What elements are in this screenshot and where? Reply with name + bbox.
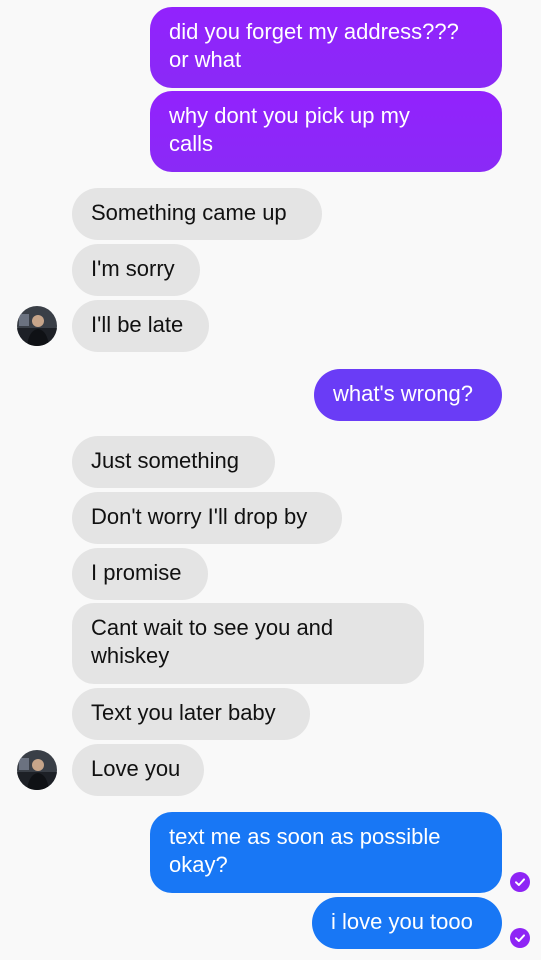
incoming-message[interactable]: Text you later baby [72, 688, 310, 740]
outgoing-message[interactable]: i love you tooo [312, 897, 502, 949]
check-circle-icon [510, 928, 530, 948]
incoming-message[interactable]: Something came up [72, 188, 322, 240]
incoming-message[interactable]: I'm sorry [72, 244, 200, 296]
check-circle-icon [510, 872, 530, 892]
incoming-message[interactable]: I'll be late [72, 300, 209, 352]
incoming-message[interactable]: Don't worry I'll drop by [72, 492, 342, 544]
incoming-message[interactable]: Love you [72, 744, 204, 796]
outgoing-message[interactable]: what's wrong? [314, 369, 502, 421]
contact-avatar[interactable] [17, 750, 57, 790]
incoming-message[interactable]: Just something [72, 436, 275, 488]
outgoing-message[interactable]: did you forget my address??? or what [150, 7, 502, 88]
outgoing-message[interactable]: text me as soon as possible okay? [150, 812, 502, 893]
contact-avatar[interactable] [17, 306, 57, 346]
incoming-message[interactable]: I promise [72, 548, 208, 600]
outgoing-message[interactable]: why dont you pick up my calls [150, 91, 502, 172]
incoming-message[interactable]: Cant wait to see you and whiskey [72, 603, 424, 684]
